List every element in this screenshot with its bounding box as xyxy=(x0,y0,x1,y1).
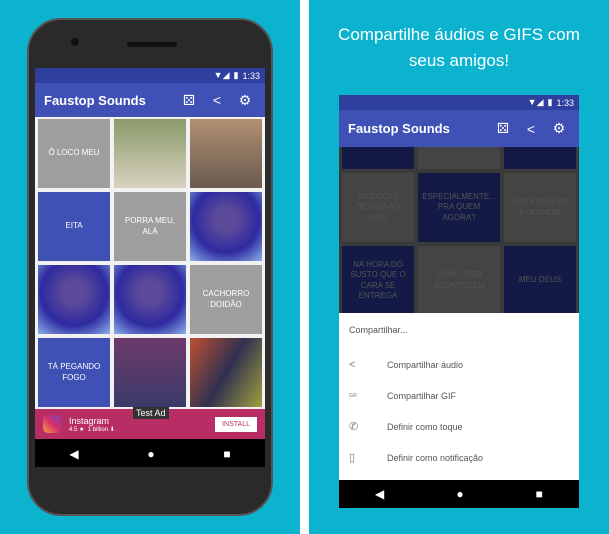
test-ad-badge: Test Ad xyxy=(133,407,169,419)
sound-tile[interactable]: MEU DEUS xyxy=(503,246,576,313)
gif-tile[interactable] xyxy=(190,338,262,407)
gif-tile[interactable] xyxy=(342,147,415,169)
home-icon[interactable]: ● xyxy=(456,487,463,501)
share-option-label: Definir como notificação xyxy=(387,452,484,463)
wifi-icon: ▼◢ xyxy=(527,97,544,107)
sound-tile[interactable]: VIDEOCAS SETADA AO VIVO xyxy=(342,173,415,242)
caption-line: seus amigos! xyxy=(408,51,510,70)
caption-line: Compartilhe áudios e GIFS com xyxy=(338,25,580,44)
gif-icon: GIF xyxy=(349,392,358,399)
share-option-label: Definir como toque xyxy=(387,421,463,432)
sound-tile[interactable]: VOU ATRÁS DE POKEMON xyxy=(503,173,576,242)
gif-tile[interactable] xyxy=(190,192,262,261)
clock: 1:33 xyxy=(556,97,574,108)
status-bar: ▼◢ ▮ 1:33 xyxy=(35,68,265,83)
sound-tile[interactable]: NA HORA DO SUSTO QUE O CARA SE ENTREGA xyxy=(342,246,415,313)
settings-icon[interactable]: ⚙ xyxy=(548,120,570,137)
clock: 1:33 xyxy=(242,70,260,81)
share-option-label: Compartilhar áudio xyxy=(387,359,464,370)
gif-tile[interactable] xyxy=(38,265,110,334)
share-screen: ▼◢ ▮ 1:33 Faustop Sounds ⚄ < ⚙ VIDEOCAS SE… xyxy=(339,95,579,508)
ringtone-phone-icon: ✆ xyxy=(349,421,359,433)
share-option[interactable]: ✆ Definir como toque xyxy=(349,411,569,442)
sound-tile[interactable]: ESPECIALMENTE... PRA QUEM AGORA? xyxy=(418,173,500,242)
share-option-label: Compartilhar GIF xyxy=(387,390,457,401)
panel-divider xyxy=(300,0,309,534)
notification-phone-icon: ▯ xyxy=(349,452,356,464)
dimmed-sound-grid: VIDEOCAS SETADA AO VIVO ESPECIALMENTE... … xyxy=(339,147,579,313)
back-icon[interactable]: ◀ xyxy=(375,487,384,501)
nav-bar: ◀ ● ■ xyxy=(339,480,579,508)
settings-icon[interactable]: ⚙ xyxy=(234,92,256,109)
app-title: Faustop Sounds xyxy=(44,92,146,108)
back-icon[interactable]: ◀ xyxy=(69,447,78,461)
sound-tile[interactable]: PORRA MEU, ALÁ xyxy=(114,192,186,261)
ad-rating: 4.5 ★ xyxy=(69,426,85,433)
sound-tile[interactable]: Ô LOCO MEU xyxy=(38,119,110,188)
sound-grid: Ô LOCO MEU EITA PORRA MEU, ALÁ CACHORRO DOI… xyxy=(35,117,265,409)
share-icon: < xyxy=(349,358,356,371)
nav-bar: ◀ ● ■ xyxy=(35,439,265,467)
battery-icon: ▮ xyxy=(547,97,553,107)
instagram-logo-icon xyxy=(43,415,61,433)
app-bar: Faustop Sounds ⚄ < ⚙ xyxy=(339,110,579,147)
sound-tile[interactable]: TÁ PEGANDO FOGO xyxy=(38,338,110,407)
sound-tile[interactable]: CACHORRO DOIDÃO xyxy=(190,265,262,334)
sound-tile[interactable]: EITA xyxy=(38,192,110,261)
gif-tile[interactable] xyxy=(114,338,186,407)
ad-banner[interactable]: Instagram 4.5 ★ 1 billion ⬇ Test Ad INST… xyxy=(35,407,265,439)
gif-tile[interactable] xyxy=(114,119,186,188)
app-title: Faustop Sounds xyxy=(348,121,450,136)
sound-tile[interactable]: COMO ISSO ACONTECEU xyxy=(418,246,500,313)
gif-tile[interactable] xyxy=(114,265,186,334)
promo-caption: Compartilhe áudios e GIFS com seus amigos… xyxy=(309,22,609,74)
gif-tile[interactable] xyxy=(418,147,500,169)
share-option[interactable]: GIF Compartilhar GIF xyxy=(349,380,569,411)
dice-icon[interactable]: ⚄ xyxy=(178,92,200,109)
ad-app-name: Instagram xyxy=(69,415,110,426)
share-icon[interactable]: < xyxy=(206,92,228,108)
recents-icon[interactable]: ■ xyxy=(223,447,230,461)
recents-icon[interactable]: ■ xyxy=(536,487,543,501)
app-bar: Faustop Sounds ⚄ < ⚙ xyxy=(35,83,265,117)
camera xyxy=(71,38,79,46)
dice-icon[interactable]: ⚄ xyxy=(492,120,514,137)
share-option[interactable]: ▯ Definir como notificação xyxy=(349,442,569,473)
wifi-icon: ▼◢ xyxy=(213,70,230,80)
speaker xyxy=(127,42,177,47)
main-screen: ▼◢ ▮ 1:33 Faustop Sounds ⚄ < ⚙ Ô LOCO MEU E… xyxy=(35,68,265,467)
install-button[interactable]: INSTALL xyxy=(215,416,257,432)
home-icon[interactable]: ● xyxy=(147,447,154,461)
share-option[interactable]: < Compartilhar áudio xyxy=(349,349,569,380)
gif-tile[interactable] xyxy=(503,147,576,169)
gif-tile[interactable] xyxy=(190,119,262,188)
status-bar: ▼◢ ▮ 1:33 xyxy=(339,95,579,110)
battery-icon: ▮ xyxy=(233,70,239,80)
download-icon: ⬇ xyxy=(109,426,115,433)
sheet-title: Compartilhar... xyxy=(349,325,408,335)
share-bottom-sheet: Compartilhar... < Compartilhar áudio GIF Co… xyxy=(339,313,579,480)
share-icon[interactable]: < xyxy=(520,121,542,137)
ad-downloads: 1 billion xyxy=(87,426,109,433)
